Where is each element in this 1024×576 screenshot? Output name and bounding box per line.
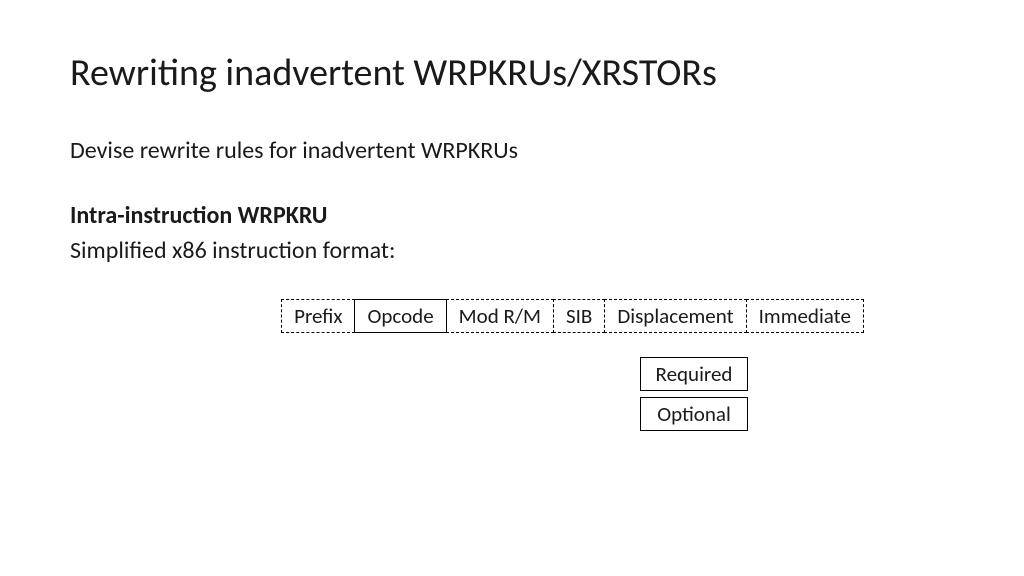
field-displacement: Displacement: [604, 299, 746, 333]
instruction-format-row: Prefix Opcode Mod R/M SIB Displacement I…: [70, 299, 954, 333]
field-sib: SIB: [553, 299, 605, 333]
format-label: Simplified x86 instruction format:: [70, 236, 954, 265]
field-modrm: Mod R/M: [446, 299, 554, 333]
field-prefix: Prefix: [281, 299, 355, 333]
legend-optional: Optional: [640, 397, 748, 431]
legend-required: Required: [640, 357, 748, 391]
field-immediate: Immediate: [746, 299, 864, 333]
slide-title: Rewriting inadvertent WRPKRUs/XRSTORs: [70, 50, 954, 96]
section-heading: Intra-instruction WRPKRU: [70, 201, 954, 230]
field-opcode: Opcode: [354, 299, 446, 333]
intro-text: Devise rewrite rules for inadvertent WRP…: [70, 136, 954, 165]
legend: Required Optional: [640, 357, 954, 431]
